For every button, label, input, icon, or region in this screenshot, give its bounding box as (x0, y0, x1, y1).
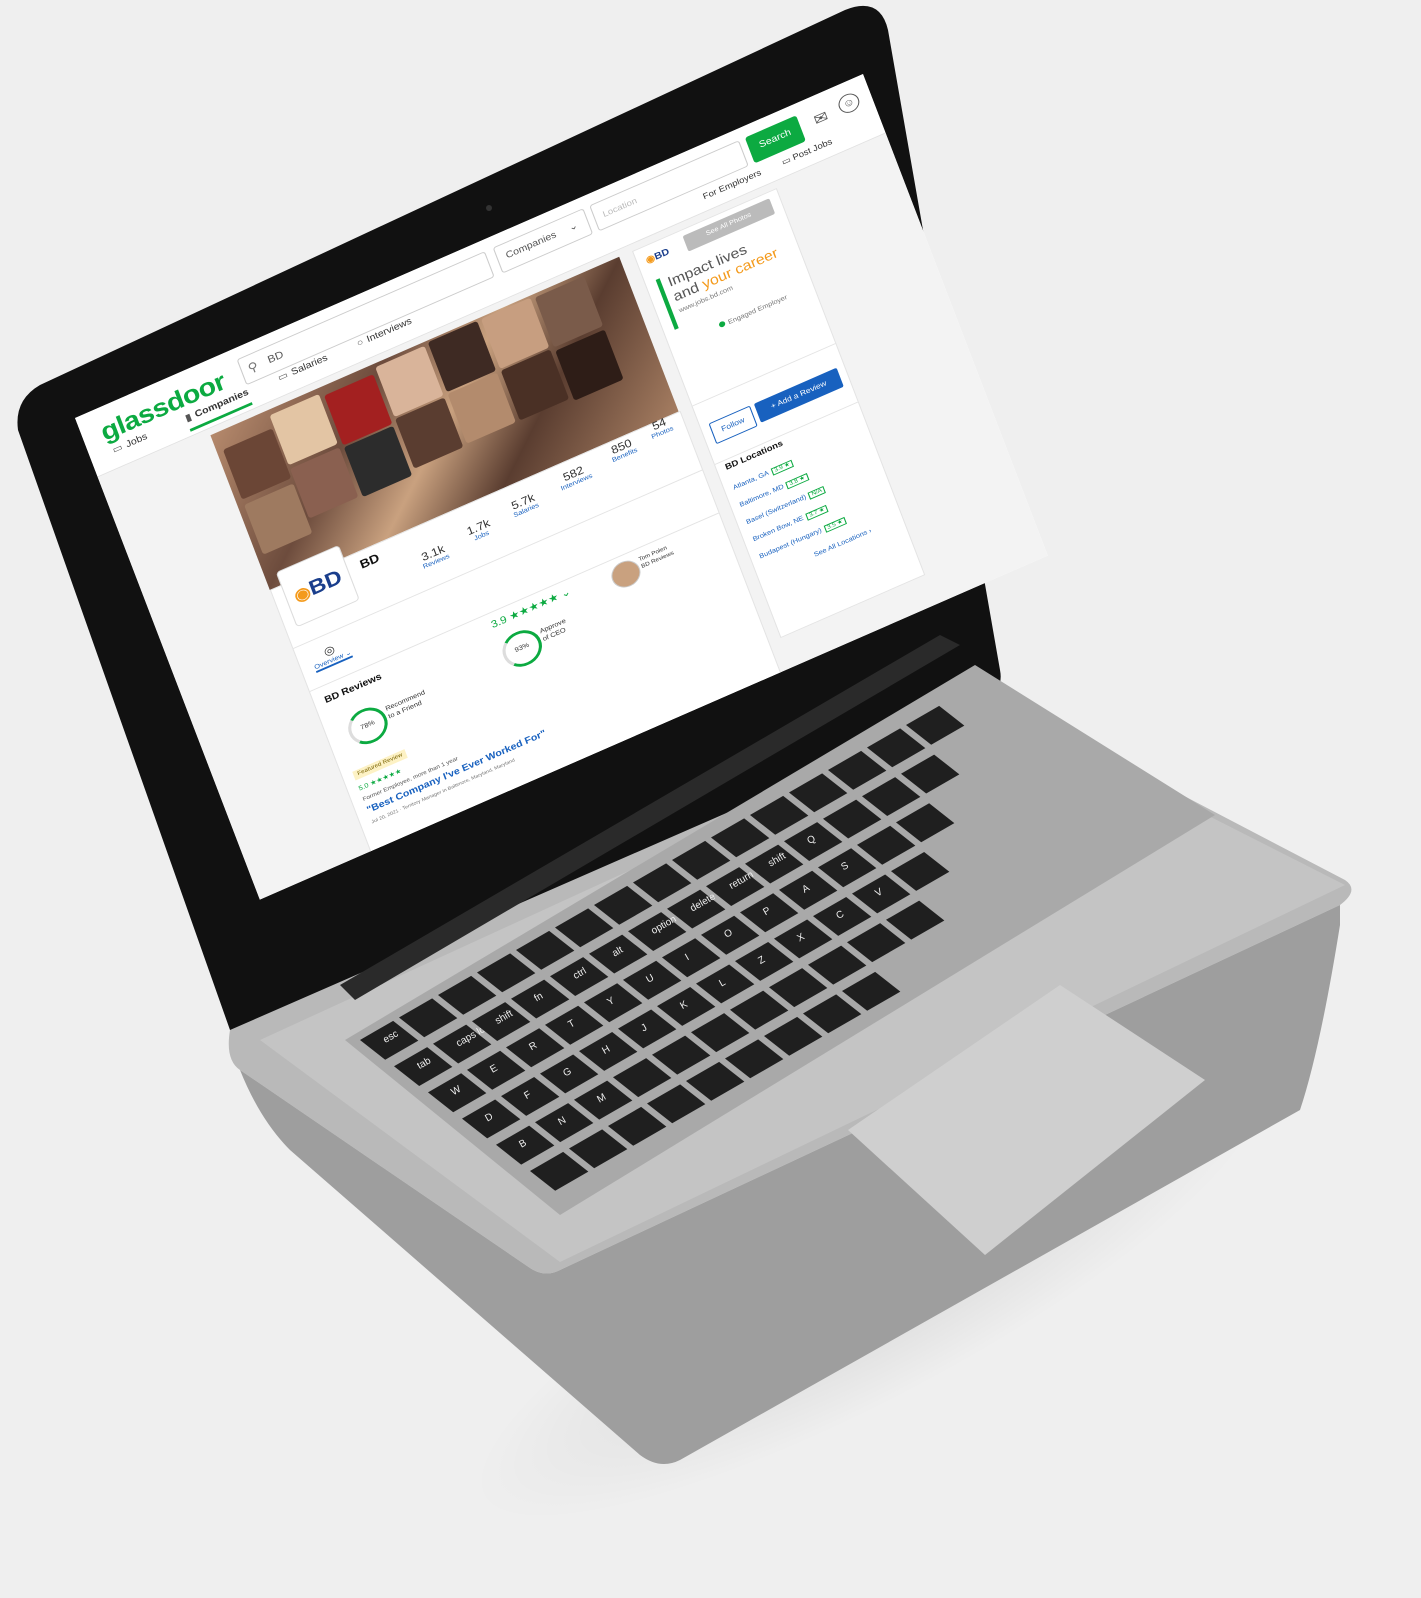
keyboard-key: ctrl (550, 957, 609, 996)
briefcase-icon: ▭ (111, 442, 125, 456)
keyboard-key: H (579, 1031, 638, 1071)
keyboard-key (808, 945, 867, 985)
keyboard-key (608, 1106, 667, 1146)
keyboard-key (828, 750, 887, 790)
keyboard-key (633, 863, 692, 903)
keyboard-key: J (618, 1009, 677, 1049)
keyboard-key (823, 799, 882, 839)
keyboard-key (867, 728, 926, 768)
keyboard-key (896, 803, 955, 843)
keyboard-key (686, 1061, 745, 1101)
keyboard-key (906, 705, 965, 745)
follow-button[interactable]: Follow (708, 405, 758, 445)
keyboard-key: Y (584, 983, 643, 1023)
keyboard-key: N (535, 1103, 594, 1143)
keyboard-key (857, 825, 916, 865)
stat-interviews[interactable]: 582 Interviews (555, 461, 593, 492)
keyboard-key: L (696, 964, 755, 1004)
tab-overview[interactable]: ◎ Overview ⌄ (308, 636, 354, 673)
stat-jobs[interactable]: 1.7k Jobs (465, 516, 494, 544)
keyboard-key: alt (589, 934, 648, 974)
recommend-label: Recommend to a Friend (384, 689, 427, 721)
location-item[interactable]: Basel (Switzerland)N/A (745, 485, 827, 526)
keyboard-key: G (540, 1054, 599, 1094)
laptop-scene: esc tab caps lock shift fn ctrl alt option delet… (0, 0, 1421, 1598)
keyboard-key (691, 1013, 750, 1053)
keyboard-key (842, 971, 901, 1011)
keyboard-key (647, 1084, 706, 1124)
chevron-down-icon: ⌄ (567, 220, 580, 234)
keyboard-key: F (501, 1076, 560, 1116)
keyboard-key (438, 975, 497, 1015)
ceo-name: Tom Polen BD Reviews (638, 545, 675, 570)
keyboard-key: V (852, 874, 911, 914)
keyboard-key: Z (735, 941, 794, 981)
keyboard-key: D (462, 1099, 521, 1139)
keyboard-key (730, 990, 789, 1030)
keyboard-key: I (662, 938, 721, 978)
keyboard-key (555, 908, 614, 948)
keyboard-key: M (574, 1080, 633, 1120)
keyboard-key: E (467, 1050, 526, 1090)
keyboard-key: U (623, 960, 682, 1000)
keyboard-key: esc (360, 1020, 419, 1060)
stat-salaries[interactable]: 5.7k Salaries (508, 490, 540, 519)
keyboard-key (769, 968, 828, 1008)
keyboard-key (594, 885, 653, 925)
keyboard-key (530, 1151, 589, 1191)
category-value: Companies (504, 229, 558, 262)
keyboard-key (764, 1016, 823, 1056)
building-icon: ▮ (184, 412, 194, 425)
keyboard-key: R (506, 1028, 565, 1068)
keyboard-key: P (740, 893, 799, 933)
keyboard-key (789, 773, 848, 813)
keyboard-key (901, 754, 960, 794)
keyboard-key (711, 818, 770, 858)
keyboard-key: A (779, 870, 838, 910)
mail-icon[interactable]: ✉ (811, 107, 831, 130)
keyboard-key (672, 840, 731, 880)
user-profile-icon[interactable]: ☺ (835, 90, 863, 117)
keyboard-key (477, 953, 536, 993)
keyboard-key (725, 1039, 784, 1079)
keyboard-key (750, 795, 809, 835)
keyboard-key (803, 994, 862, 1034)
keyboard-key (652, 1035, 711, 1075)
keyboard-key (847, 923, 906, 963)
keyboard-key (891, 851, 950, 891)
webcam (486, 205, 492, 211)
keyboard-key: option (628, 912, 687, 951)
keyboard-key: S (818, 848, 877, 888)
stat-reviews[interactable]: 3.1k Reviews (418, 541, 450, 571)
status-dot (718, 320, 727, 329)
keyboard-key (569, 1129, 628, 1169)
keyboard-key (516, 930, 575, 970)
keyboard-key: K (657, 986, 716, 1026)
search-value: BD (266, 349, 286, 366)
location-item[interactable]: Budapest (Hungary)3.5 ★ (759, 516, 848, 560)
keyboard-key: X (774, 919, 833, 959)
location-placeholder: Location (601, 195, 639, 219)
keyboard-key: fn (511, 979, 570, 1019)
money-icon: ▭ (276, 370, 290, 384)
location-item[interactable]: Broken Bow, NE3.7 ★ (752, 504, 829, 543)
keyboard-key: W (428, 1073, 487, 1113)
ceo-approval-label: Approve of CEO (538, 617, 567, 643)
chat-icon: ○ (355, 337, 366, 350)
keyboard-key (862, 777, 921, 816)
keyboard-key (613, 1058, 672, 1098)
keyboard-key: O (701, 915, 760, 955)
keyboard-key: Q (784, 822, 843, 861)
keyboard-key: tab (394, 1047, 453, 1086)
engaged-employer-badge: Engaged Employer (718, 293, 788, 329)
keyboard-key (886, 900, 945, 940)
keyboard-key: C (813, 896, 872, 936)
keyboard-key: T (545, 1005, 604, 1045)
search-icon: ⚲ (245, 358, 261, 376)
ad-brand-logo: ◉BD (644, 246, 671, 267)
keyboard-key: B (496, 1125, 555, 1165)
keyboard-key (399, 998, 458, 1038)
company-name: BD (357, 550, 382, 572)
